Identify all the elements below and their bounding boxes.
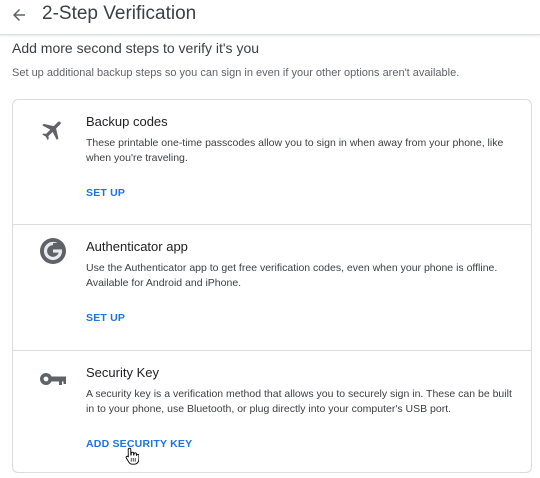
option-backup-codes: Backup codes These printable one-time pa… <box>13 100 531 224</box>
hand-pointer-cursor-icon <box>125 447 139 465</box>
back-button[interactable] <box>8 4 30 26</box>
section-subheading: Set up additional backup steps so you ca… <box>12 67 460 79</box>
option-authenticator-app: Authenticator app Use the Authenticator … <box>13 225 531 350</box>
option-title: Security Key <box>86 365 159 380</box>
key-icon <box>39 365 67 393</box>
section-heading: Add more second steps to verify it's you <box>12 40 260 56</box>
option-security-key: Security Key A security key is a verific… <box>13 351 531 472</box>
add-security-key-button[interactable]: ADD SECURITY KEY <box>86 437 192 451</box>
arrow-back-icon <box>13 9 25 21</box>
page: 2-Step Verification Add more second step… <box>0 0 540 478</box>
option-title: Authenticator app <box>86 239 188 254</box>
option-description: Use the Authenticator app to get free ve… <box>86 262 498 289</box>
airplane-icon <box>39 116 67 144</box>
authenticator-setup-button[interactable]: SET UP <box>86 311 125 325</box>
authenticator-app-icon <box>39 237 67 265</box>
page-title: 2-Step Verification <box>42 3 197 24</box>
option-description: These printable one-time passcodes allow… <box>86 137 504 164</box>
option-title: Backup codes <box>86 114 168 129</box>
backup-codes-setup-button[interactable]: SET UP <box>86 186 125 200</box>
option-description: A security key is a verification method … <box>86 388 512 415</box>
top-app-bar: 2-Step Verification <box>0 0 540 35</box>
options-card: Backup codes These printable one-time pa… <box>12 99 532 473</box>
